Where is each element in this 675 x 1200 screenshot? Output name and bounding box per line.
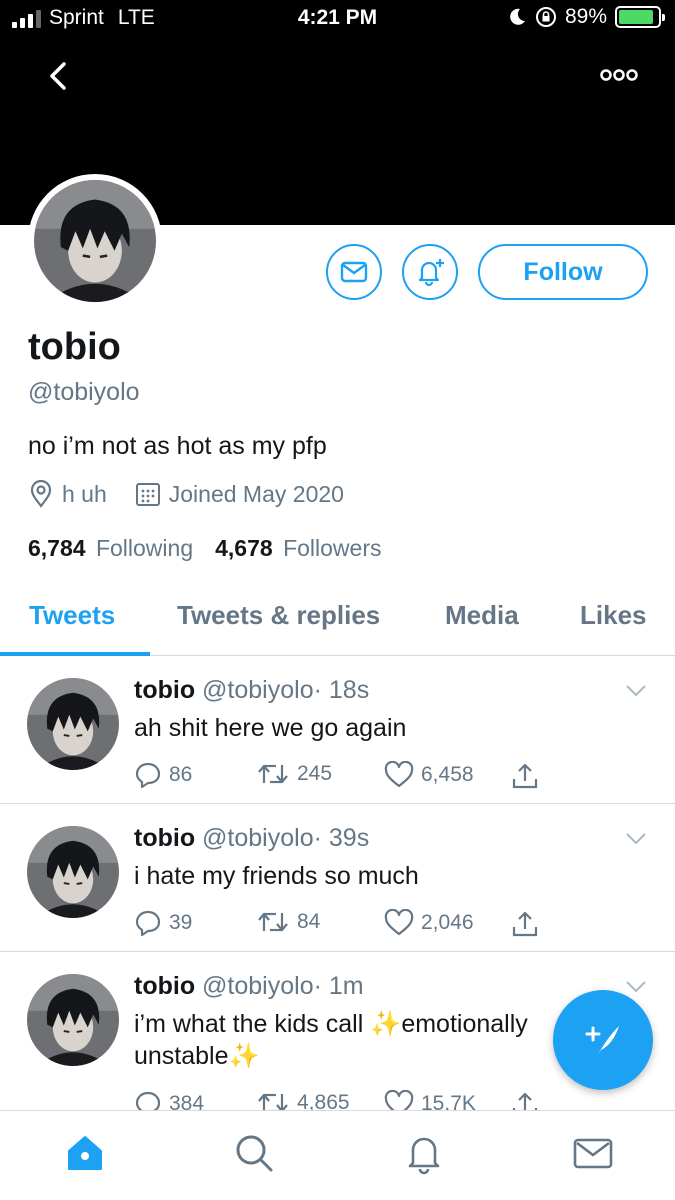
notify-button[interactable] — [402, 244, 458, 300]
battery-percent: 89% — [564, 5, 607, 28]
retweet-icon — [258, 1093, 288, 1110]
profile-meta: h uh Joined May 2020 — [28, 480, 372, 508]
tweet-author-handle: @tobiyolo — [202, 676, 314, 704]
tweet-text: ah shit here we go again — [134, 714, 407, 742]
retweet-button[interactable]: 4,865 — [256, 1090, 350, 1110]
reply-button[interactable]: 86 — [134, 761, 192, 789]
tab-likes[interactable]: Likes — [580, 600, 647, 631]
home-icon[interactable] — [63, 1131, 107, 1175]
bottom-nav — [0, 1110, 675, 1200]
reply-count: 86 — [169, 763, 193, 786]
moon-icon — [510, 8, 525, 25]
profile-avatar[interactable] — [28, 174, 162, 308]
tweet-time: · 18s — [313, 676, 370, 704]
compose-tweet-button[interactable] — [553, 990, 653, 1090]
message-button[interactable] — [326, 244, 382, 300]
retweet-count: 245 — [297, 762, 333, 785]
retweet-icon — [258, 764, 288, 784]
tweet-avatar[interactable] — [27, 826, 119, 918]
retweet-button[interactable]: 84 — [256, 909, 320, 935]
location-pin-icon — [30, 480, 52, 508]
chevron-down-icon[interactable] — [625, 980, 647, 994]
status-bar: Sprint LTE 4:21 PM 89% — [0, 0, 675, 38]
share-icon — [512, 1092, 538, 1110]
share-button[interactable] — [510, 1090, 540, 1110]
like-button[interactable]: 15.7K — [384, 1090, 476, 1110]
retweet-count: 4,865 — [297, 1091, 350, 1110]
tweet-avatar[interactable] — [27, 974, 119, 1066]
tab-media[interactable]: Media — [445, 600, 519, 631]
tweet-avatar[interactable] — [27, 678, 119, 770]
like-button[interactable]: 2,046 — [384, 909, 474, 937]
tweet-author-name: tobio — [134, 824, 196, 852]
like-count: 15.7K — [421, 1092, 476, 1110]
envelope-icon[interactable] — [571, 1131, 615, 1175]
follow-button[interactable]: Follow — [478, 244, 648, 300]
heart-icon — [384, 1090, 414, 1110]
followers-label: Followers — [283, 535, 382, 561]
reply-icon — [135, 762, 161, 789]
share-icon — [512, 763, 538, 789]
reply-icon — [135, 910, 161, 937]
followers-count: 4,678 — [215, 535, 273, 561]
profile-bio: no i’m not as hot as my pfp — [28, 432, 327, 460]
chevron-down-icon[interactable] — [625, 684, 647, 698]
tweet[interactable]: tobio @tobiyolo· 39s i hate my friends s… — [0, 804, 675, 952]
chevron-down-icon[interactable] — [625, 832, 647, 846]
following-link[interactable]: 6,784 Following — [28, 535, 193, 562]
share-icon — [512, 911, 538, 937]
following-label: Following — [95, 535, 194, 561]
like-count: 6,458 — [421, 763, 474, 786]
tweet-header: tobio @tobiyolo· 1m — [134, 972, 364, 1001]
heart-icon — [384, 909, 414, 936]
location-label: h uh — [62, 480, 107, 507]
tweet-time: · 1m — [313, 972, 364, 1000]
heart-icon — [384, 761, 414, 788]
tweet-text: i hate my friends so much — [134, 862, 419, 890]
retweet-button[interactable]: 245 — [256, 761, 332, 787]
like-count: 2,046 — [421, 911, 474, 934]
battery-icon — [615, 6, 665, 28]
tab-tweets-replies[interactable]: Tweets & replies — [177, 600, 380, 631]
rotation-lock-icon — [535, 7, 556, 27]
compose-icon — [585, 1026, 619, 1056]
tweet[interactable]: tobio @tobiyolo· 18s ah shit here we go … — [0, 656, 675, 804]
followers-link[interactable]: 4,678 Followers — [215, 535, 381, 562]
tweet-text: i’m what the kids call ✨emotionally unst… — [134, 1010, 528, 1070]
profile-stats: 6,784 Following 4,678 Followers — [28, 535, 381, 562]
retweet-count: 84 — [297, 910, 321, 933]
tweet-header: tobio @tobiyolo· 39s — [134, 824, 369, 853]
tweet-header: tobio @tobiyolo· 18s — [134, 676, 369, 705]
bell-plus-icon — [418, 259, 444, 287]
calendar-icon — [135, 483, 160, 506]
retweet-icon — [258, 912, 288, 932]
joined-label: Joined May 2020 — [168, 480, 344, 507]
tweet-author-name: tobio — [134, 972, 196, 1000]
reply-button[interactable]: 384 — [134, 1090, 204, 1110]
tweet-author-name: tobio — [134, 676, 196, 704]
more-button[interactable] — [599, 62, 639, 88]
back-button[interactable] — [40, 56, 76, 96]
share-button[interactable] — [510, 909, 540, 939]
envelope-icon — [340, 261, 368, 283]
tweet-author-handle: @tobiyolo — [202, 972, 314, 1000]
bell-icon[interactable] — [402, 1131, 446, 1175]
tweet-author-handle: @tobiyolo — [202, 824, 314, 852]
search-icon[interactable] — [232, 1131, 276, 1175]
like-button[interactable]: 6,458 — [384, 761, 474, 789]
reply-count: 39 — [169, 911, 193, 934]
following-count: 6,784 — [28, 535, 86, 561]
tweet-time: · 39s — [313, 824, 370, 852]
reply-button[interactable]: 39 — [134, 909, 192, 937]
share-button[interactable] — [510, 761, 540, 791]
reply-icon — [135, 1091, 161, 1110]
profile-name: tobio — [28, 326, 121, 368]
tab-tweets[interactable]: Tweets — [29, 600, 115, 631]
profile-handle: @tobiyolo — [28, 378, 140, 406]
reply-count: 384 — [169, 1092, 205, 1110]
profile-tabs: Tweets Tweets & replies Media Likes — [0, 588, 675, 656]
